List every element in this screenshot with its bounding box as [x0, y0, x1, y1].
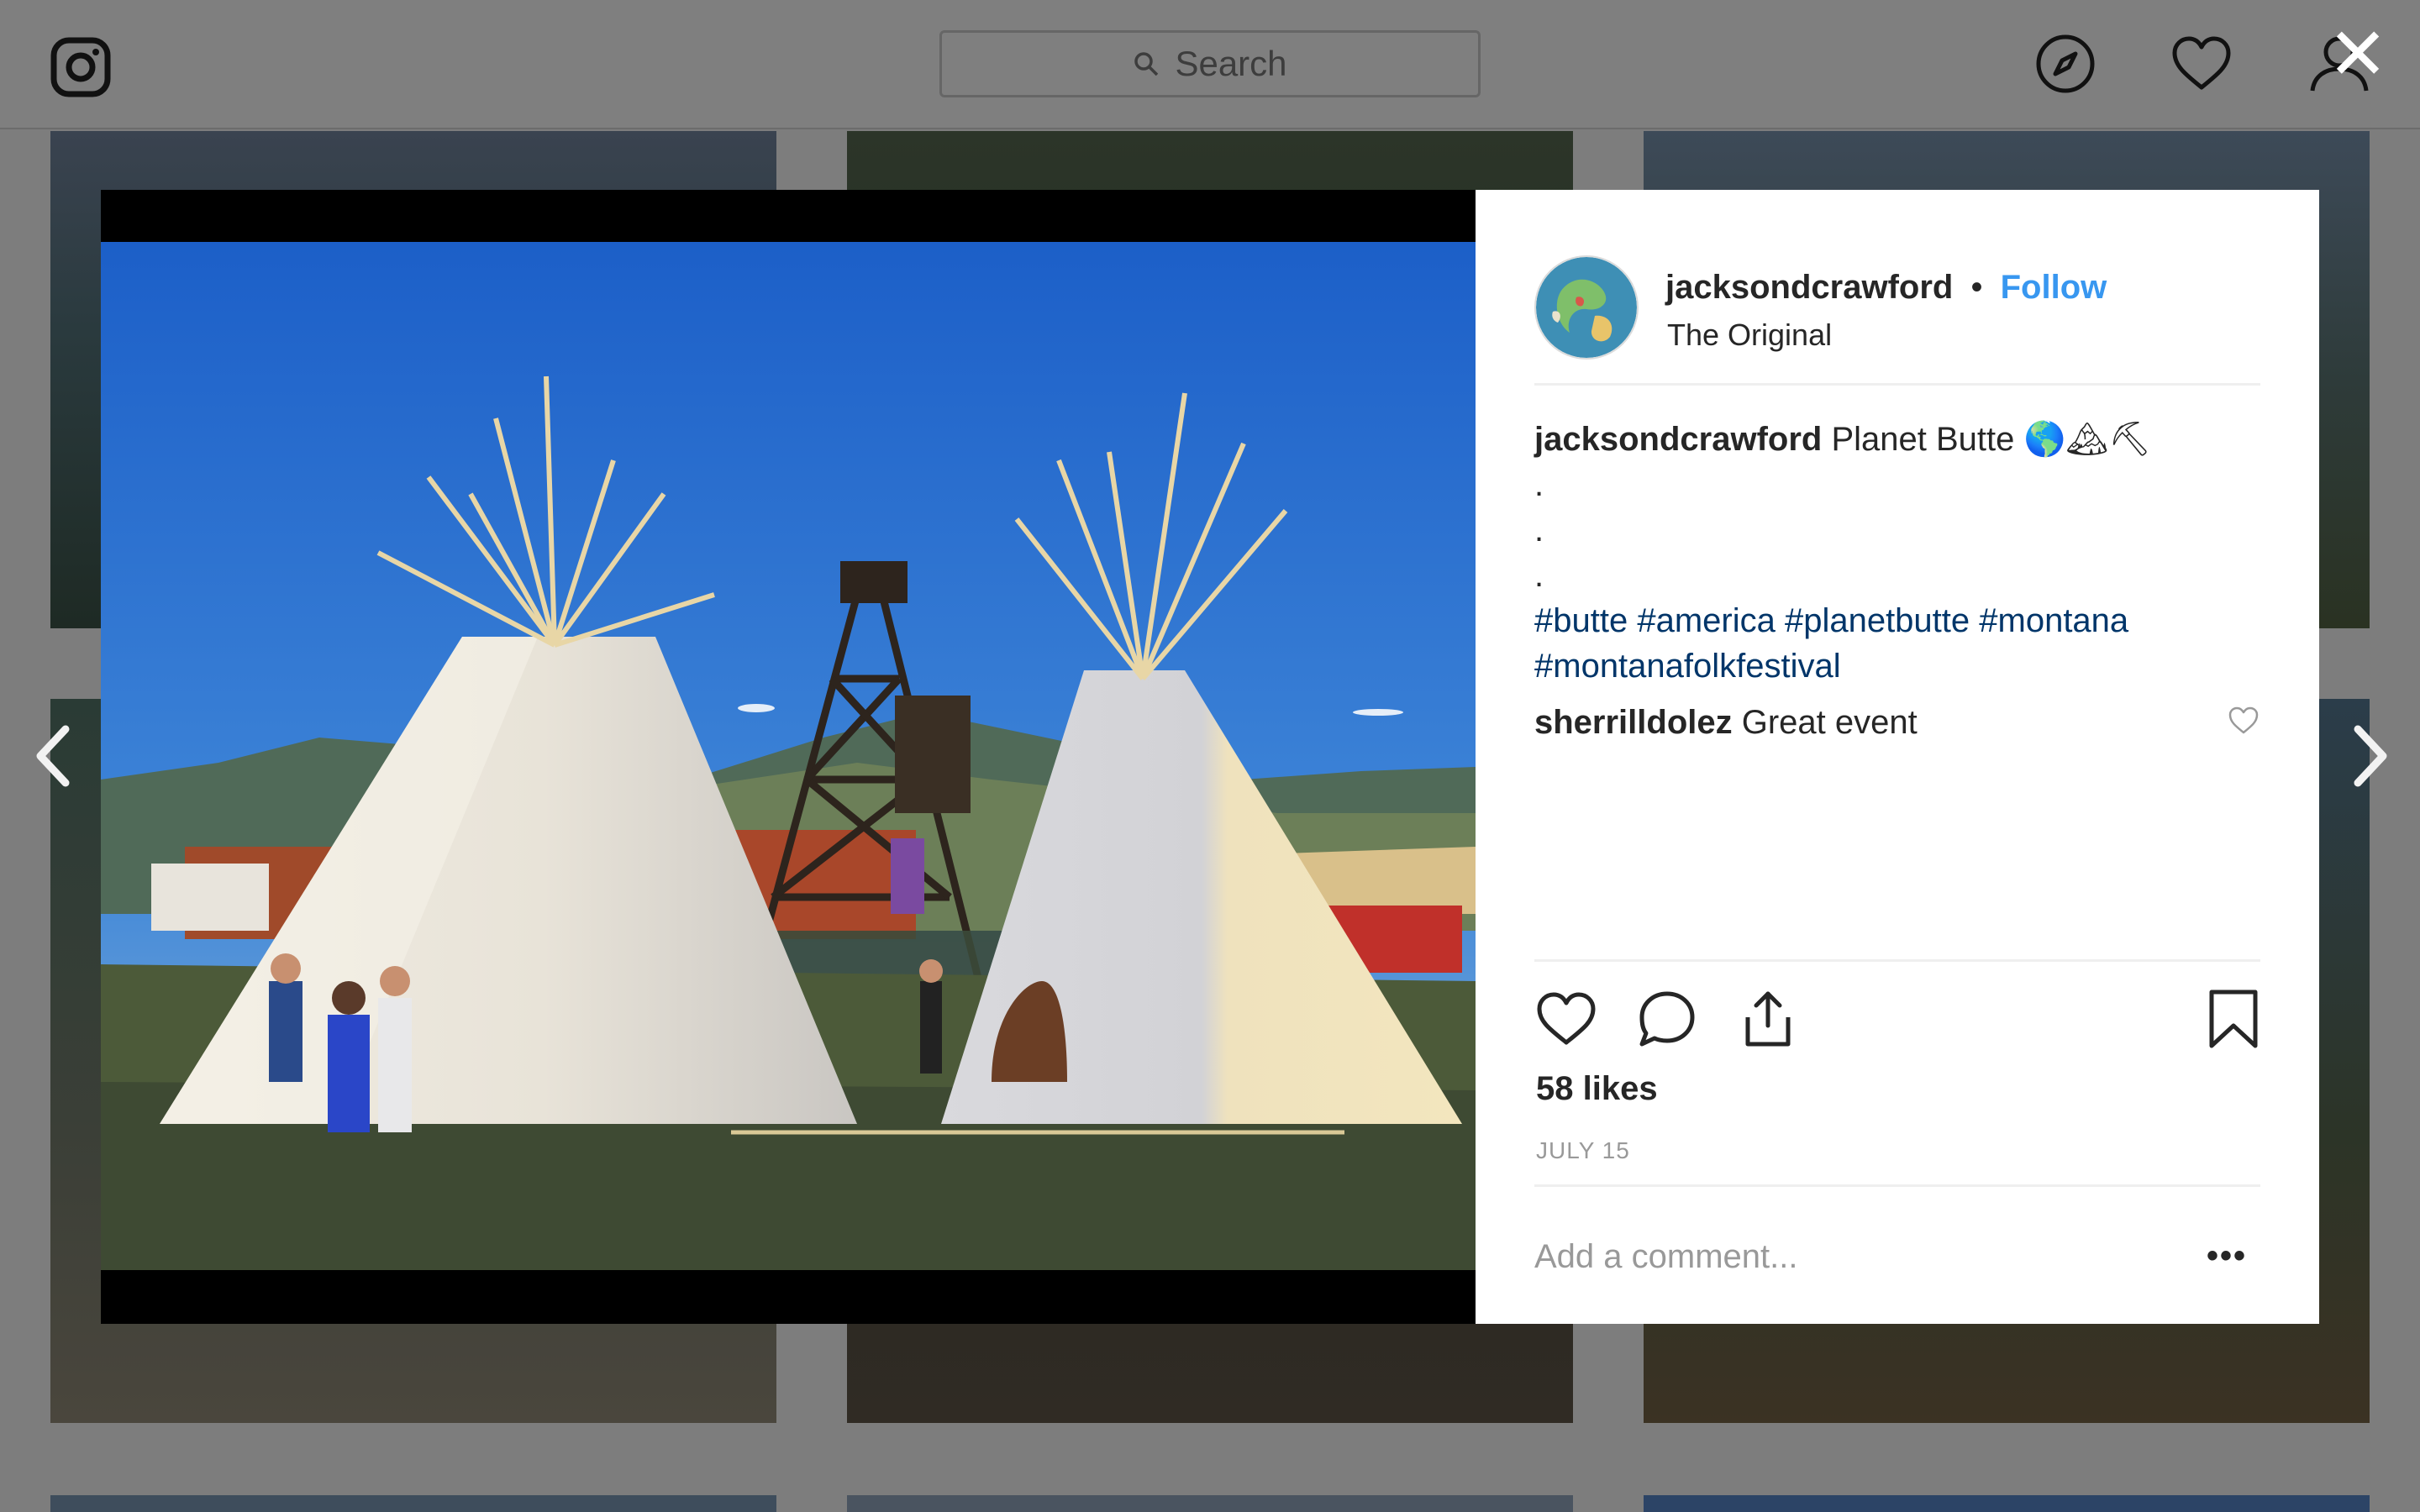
instagram-logo-icon[interactable]	[50, 37, 111, 97]
grid-thumbnail[interactable]	[50, 1495, 776, 1512]
grid-thumbnail[interactable]	[1644, 1495, 2370, 1512]
separator-dot: •	[1970, 269, 1983, 306]
caption-username[interactable]: jacksondcrawford	[1534, 421, 1822, 458]
close-icon[interactable]: ✕	[2328, 18, 2388, 91]
follow-button[interactable]: Follow	[2001, 269, 2107, 306]
share-icon[interactable]	[1736, 987, 1800, 1051]
caption-dots: . . .	[1534, 462, 2260, 598]
heart-icon[interactable]	[2168, 30, 2235, 97]
post-actions	[1534, 959, 2260, 1088]
grid-thumbnail[interactable]	[847, 1495, 1573, 1512]
caption-dot: .	[1534, 466, 1544, 503]
add-comment-section: •••	[1534, 1184, 2260, 1326]
caption-hashtags[interactable]: #butte #america #planetbutte #montana #m…	[1534, 598, 2173, 689]
caption-dot: .	[1534, 557, 1544, 594]
bookmark-icon[interactable]	[2202, 987, 2265, 1051]
post-header: jacksondcrawford • Follow The Original	[1534, 235, 2260, 386]
post-details-panel: jacksondcrawford • Follow The Original j…	[1476, 190, 2319, 1324]
post-photo	[101, 242, 1476, 1270]
caption-dot: .	[1534, 512, 1544, 549]
likes-count[interactable]: 58 likes	[1536, 1070, 1658, 1108]
comment-like-heart-icon[interactable]	[2227, 704, 2260, 738]
author-username[interactable]: jacksondcrawford	[1665, 269, 1953, 306]
caption-text: Planet Butte 🌎🏔⛏	[1831, 421, 2151, 458]
search-input[interactable]: Search	[939, 30, 1481, 97]
chevron-left-icon[interactable]	[29, 722, 79, 790]
like-heart-icon[interactable]	[1534, 987, 1598, 1051]
globe-avatar-image	[1536, 257, 1637, 358]
post-media[interactable]	[101, 190, 1476, 1324]
compass-icon[interactable]	[2032, 30, 2099, 97]
search-placeholder: Search	[1175, 44, 1287, 83]
post-author-line: jacksondcrawford • Follow	[1665, 269, 2107, 307]
comment-bubble-icon[interactable]	[1635, 987, 1699, 1051]
post-date: JULY 15	[1536, 1137, 1630, 1163]
search-icon	[1134, 52, 1159, 76]
top-navigation-bar: Search	[0, 0, 2420, 129]
comment-item: sherrilldolez Great event	[1534, 704, 2260, 742]
avatar[interactable]	[1534, 255, 1639, 360]
post-caption: jacksondcrawford Planet Butte 🌎🏔⛏ . . . …	[1534, 417, 2260, 689]
comment-username[interactable]: sherrilldolez	[1534, 704, 1733, 741]
more-options-icon[interactable]: •••	[2207, 1237, 2247, 1275]
comment-text: Great event	[1741, 704, 1918, 741]
add-comment-input[interactable]	[1534, 1227, 2173, 1286]
post-modal: jacksondcrawford • Follow The Original j…	[101, 190, 2319, 1324]
post-location[interactable]: The Original	[1667, 318, 1832, 353]
chevron-right-icon[interactable]	[2344, 722, 2395, 790]
